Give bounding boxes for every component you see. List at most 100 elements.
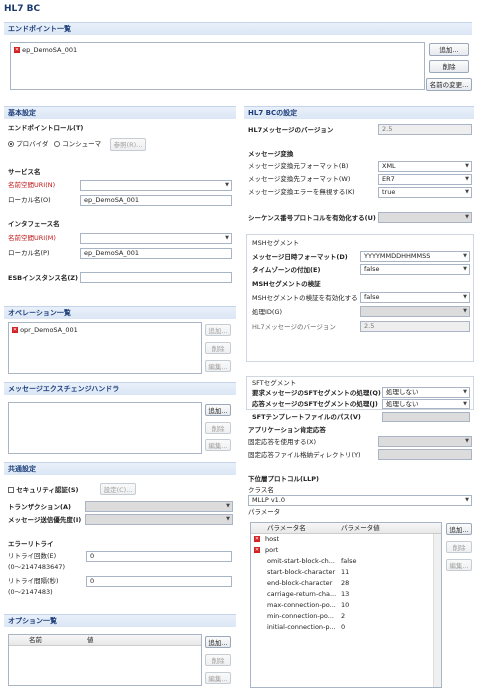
option-edit-button[interactable]: 編集... — [205, 672, 231, 684]
options-table-header: 名前 値 — [9, 635, 201, 646]
role-provider-radio[interactable]: プロバイダ — [8, 140, 48, 149]
fixed-ack-combo[interactable]: ▼ — [378, 436, 472, 447]
retry-count-input[interactable]: 0 — [86, 551, 232, 562]
table-row[interactable]: ✕ port — [251, 545, 441, 556]
src-format-combo[interactable]: XML ▼ — [378, 161, 472, 172]
error-icon: ✕ — [12, 327, 18, 333]
parameters-scrollbar[interactable] — [433, 534, 441, 687]
table-row[interactable]: omit-start-block-ch... false — [251, 556, 441, 567]
operation-list-item[interactable]: ✕ opr_DemoSA_001 — [9, 323, 201, 337]
basic-section-header: 基本設定 — [4, 106, 236, 119]
retry-interval-range: (0〜2147483) — [8, 588, 53, 596]
esb-instance-input[interactable] — [80, 272, 232, 283]
class-name-combo[interactable]: MLLP v1.0 ▼ — [248, 495, 472, 506]
operation-edit-button[interactable]: 編集... — [205, 360, 231, 372]
option-delete-button[interactable]: 削除 — [205, 654, 231, 666]
param-value: 28 — [341, 579, 350, 587]
sft-template-input[interactable] — [382, 412, 470, 422]
req-sft-combo[interactable]: 処理しない ▼ — [382, 387, 470, 398]
service-local-input[interactable]: ep_DemoSA_001 — [80, 195, 232, 206]
resp-sft-combo[interactable]: 処理しない ▼ — [382, 399, 470, 409]
param-value: 11 — [341, 568, 350, 576]
fixed-dir-label: 固定応答ファイル格納ディレクトリ(Y) — [248, 451, 361, 459]
operation-add-button[interactable]: 追加... — [205, 324, 231, 336]
endpoint-role-label: エンドポイントロール(T) — [8, 124, 84, 132]
ignore-error-combo[interactable]: true ▼ — [378, 187, 472, 198]
handler-edit-button[interactable]: 編集... — [205, 439, 231, 451]
role-consumer-radio[interactable]: コンシューマ — [54, 140, 101, 149]
security-settings-button[interactable]: 設定(C)... — [100, 483, 136, 495]
service-name-title: サービス名 — [8, 168, 41, 176]
msh-verify-label: MSHセグメントの検証を有効化する — [252, 294, 358, 302]
handler-add-button[interactable]: 追加... — [205, 404, 231, 416]
interface-ns-uri-combo[interactable]: ▼ — [80, 233, 232, 244]
process-id-combo[interactable]: ▼ — [360, 306, 470, 317]
endpoint-delete-button[interactable]: 削除 — [429, 60, 469, 73]
column-value: 値 — [87, 636, 94, 644]
handler-list[interactable] — [8, 402, 202, 454]
option-add-button[interactable]: 追加... — [205, 636, 231, 648]
chevron-down-icon: ▼ — [463, 308, 467, 314]
hl7-version-input[interactable]: 2.5 — [378, 124, 472, 135]
handler-delete-button[interactable]: 削除 — [205, 422, 231, 434]
browse-button[interactable]: 参照(R)... — [110, 138, 146, 151]
msh-verify-combo[interactable]: false ▼ — [360, 292, 470, 303]
chevron-down-icon: ▼ — [225, 182, 229, 188]
operation-delete-button[interactable]: 削除 — [205, 342, 231, 354]
endpoint-list-item[interactable]: ✕ ep_DemoSA_001 — [11, 43, 424, 57]
priority-combo[interactable]: ▼ — [85, 514, 233, 525]
transaction-combo[interactable]: ▼ — [85, 501, 233, 512]
datetime-format-combo[interactable]: YYYYMMDDHHMMSS ▼ — [360, 251, 470, 262]
table-row[interactable]: ✕ host — [251, 534, 441, 545]
retry-interval-input[interactable]: 0 — [86, 576, 232, 587]
chevron-down-icon: ▼ — [465, 176, 469, 182]
msg-version-input[interactable]: 2.5 — [360, 321, 470, 332]
interface-name-title: インタフェース名 — [8, 220, 60, 228]
chevron-down-icon: ▼ — [463, 389, 467, 395]
options-table[interactable]: 名前 値 — [8, 634, 202, 686]
param-name: start-block-character — [267, 568, 336, 576]
table-row[interactable]: max-connection-po... 10 — [251, 600, 441, 611]
table-row[interactable]: carriage-return-cha... 13 — [251, 589, 441, 600]
operations-section-header: オペレーション一覧 — [4, 306, 236, 319]
fixed-dir-input[interactable] — [378, 449, 472, 460]
dst-format-combo[interactable]: ER7 ▼ — [378, 174, 472, 185]
param-edit-button[interactable]: 編集... — [446, 559, 472, 571]
parameters-table[interactable]: パラメータ名 パラメータ値 ✕ host ✕ port omit-start-block… — [250, 522, 442, 688]
param-name: host — [265, 535, 280, 543]
param-name: initial-connection-p... — [267, 623, 336, 631]
param-value: 13 — [341, 590, 350, 598]
esb-instance-label: ESBインスタンス名(Z) — [8, 274, 78, 282]
endpoint-list[interactable]: ✕ ep_DemoSA_001 — [10, 42, 425, 90]
table-row[interactable]: min-connection-po... 2 — [251, 611, 441, 622]
req-sft-label: 要求メッセージのSFTセグメントの処理(Q) — [252, 389, 381, 397]
param-value: false — [341, 557, 357, 565]
conversion-title: メッセージ変換 — [248, 150, 294, 158]
msg-version-label: HL7メッセージのバージョン — [252, 323, 336, 331]
sequence-protocol-combo[interactable]: ▼ — [378, 212, 472, 223]
datetime-format-label: メッセージ日時フォーマット(D) — [252, 253, 348, 261]
class-name-label: クラス名 — [248, 486, 274, 494]
app-ack-title: アプリケーション肯定応答 — [248, 426, 326, 434]
chevron-down-icon: ▼ — [465, 214, 469, 220]
operation-list[interactable]: ✕ opr_DemoSA_001 — [8, 322, 202, 374]
param-add-button[interactable]: 追加... — [446, 523, 472, 535]
security-checkbox[interactable]: セキュリティ認証(S) — [8, 486, 79, 495]
service-ns-uri-combo[interactable]: ▼ — [80, 180, 232, 191]
error-icon: ✕ — [254, 547, 260, 553]
table-row[interactable]: end-block-character 28 — [251, 578, 441, 589]
table-row[interactable]: initial-connection-p... 0 — [251, 622, 441, 633]
sequence-protocol-label: シーケンス番号プロトコルを有効化する(U) — [248, 214, 376, 222]
interface-local-input[interactable]: ep_DemoSA_001 — [80, 248, 232, 259]
table-row[interactable]: start-block-character 11 — [251, 567, 441, 578]
param-delete-button[interactable]: 削除 — [446, 541, 472, 553]
fixed-ack-label: 固定応答を使用する(X) — [248, 438, 317, 446]
column-name: 名前 — [29, 636, 42, 644]
endpoint-rename-button[interactable]: 名前の変更... — [426, 78, 472, 91]
endpoint-add-button[interactable]: 追加... — [429, 43, 469, 56]
page-title: HL7 BC — [4, 4, 41, 14]
chevron-down-icon: ▼ — [463, 266, 467, 272]
sft-segment-title: SFTセグメント — [252, 379, 297, 387]
timezone-combo[interactable]: false ▼ — [360, 264, 470, 275]
chevron-down-icon: ▼ — [463, 401, 467, 407]
